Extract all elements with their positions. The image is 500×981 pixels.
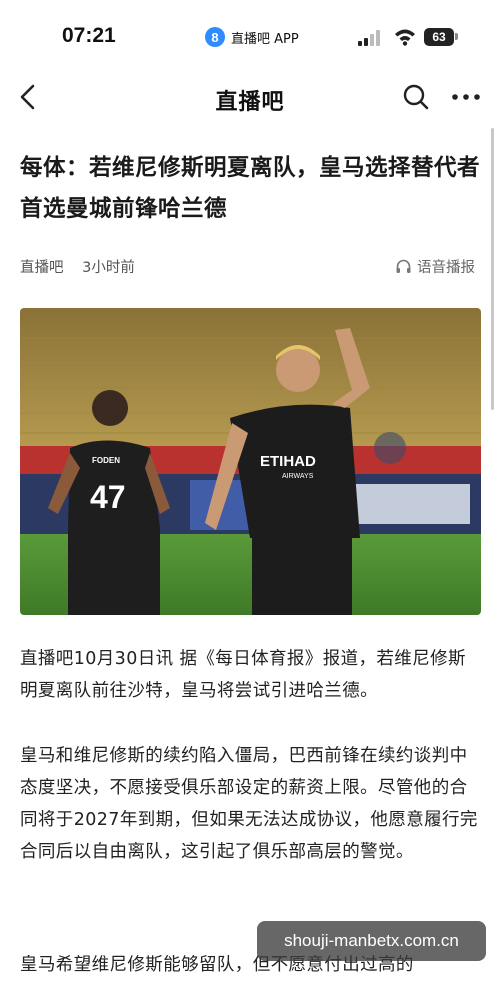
search-icon[interactable] xyxy=(402,83,430,111)
battery-tip xyxy=(455,33,458,40)
status-time: 07:21 xyxy=(62,24,116,47)
status-app-name: 8 直播吧 APP xyxy=(205,24,299,50)
article-title: 每体：若维尼修斯明夏离队，皇马选择替代者首选曼城前锋哈兰德 xyxy=(20,155,481,222)
scrollbar[interactable] xyxy=(491,128,494,410)
article-time: 3小时前 xyxy=(82,260,135,276)
app-logo-icon: 8 xyxy=(205,27,225,47)
status-bar: 07:21 8 直播吧 APP 63 xyxy=(0,0,500,72)
jersey-sponsor-sub-text: AIRWAYS xyxy=(282,473,314,480)
nav-bar: 直播吧 xyxy=(0,72,500,122)
battery-indicator: 63 xyxy=(424,28,454,46)
article-photo[interactable]: FODEN 47 ETIHAD AIRWAYS xyxy=(20,308,481,615)
more-dots-icon[interactable] xyxy=(450,83,482,111)
football-scene-image: FODEN 47 ETIHAD AIRWAYS xyxy=(20,308,481,615)
tts-label: 语音播报 xyxy=(417,260,475,276)
article-paragraph-1: 直播吧10月30日讯 据《每日体育报》报道，若维尼修斯明夏离队前往沙特，皇马将尝… xyxy=(20,649,466,701)
status-app-label: 直播吧 APP xyxy=(231,31,299,47)
jersey-name-text: FODEN xyxy=(92,456,120,465)
article-paragraph-2: 皇马和维尼修斯的续约陷入僵局，巴西前锋在续约谈判中态度坚决，不愿接受俱乐部设定的… xyxy=(20,746,478,862)
watermark-badge: shouji-manbetx.com.cn xyxy=(257,921,486,961)
jersey-sponsor-text: ETIHAD xyxy=(260,453,316,470)
wifi-icon xyxy=(395,29,415,46)
tts-button[interactable]: 语音播报 xyxy=(395,256,475,277)
signal-icon xyxy=(358,30,380,46)
article-source[interactable]: 直播吧 xyxy=(20,260,64,276)
article-meta: 直播吧 3小时前 xyxy=(20,256,149,277)
jersey-number-text: 47 xyxy=(90,479,126,515)
headphones-icon xyxy=(396,259,411,273)
